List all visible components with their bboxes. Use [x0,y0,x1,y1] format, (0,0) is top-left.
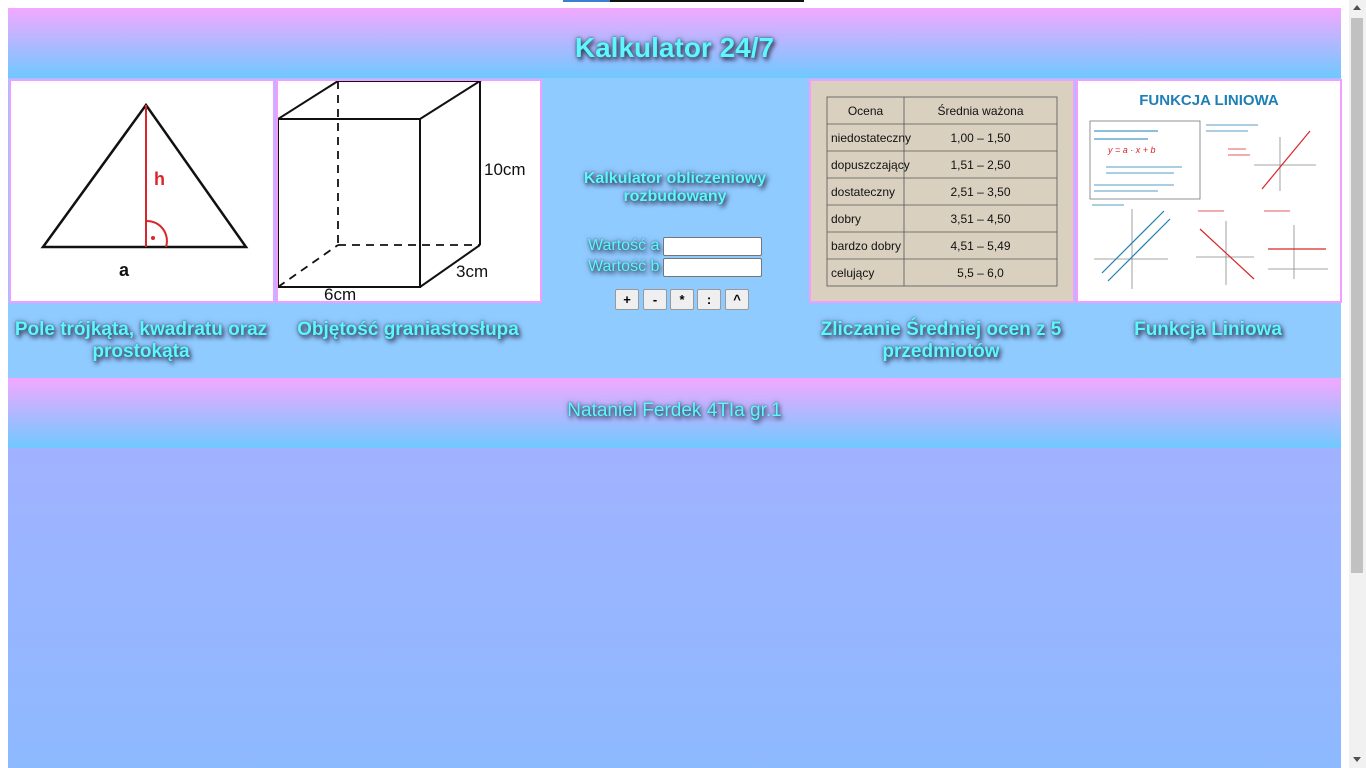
field-b-label: Wartość b [588,258,660,275]
field-a-input[interactable] [663,237,762,256]
scrollbar-thumb[interactable] [1351,18,1363,573]
grades-cell-grade: dobry [831,212,861,226]
multiply-button[interactable]: * [670,289,694,310]
grades-cell-range: 4,51 – 5,49 [950,239,1010,253]
prism-depth-label: 3cm [456,262,488,281]
grades-cell-range: 5,5 – 6,0 [957,266,1004,280]
tile-triangle[interactable]: h a Pole trójkąta, kwadratu oraz prostok… [8,78,275,378]
grades-cell-grade: celujący [831,266,874,280]
scroll-down-arrow-icon[interactable] [1353,757,1361,762]
tile-caption-triangle: Pole trójkąta, kwadratu oraz prostokąta [14,319,268,362]
tile-prism[interactable]: 10cm 3cm 6cm Objętość graniastosłupa [275,78,542,378]
prism-height-label: 10cm [484,160,526,179]
scroll-up-arrow-icon[interactable] [1353,5,1361,10]
content-row: h a Pole trójkąta, kwadratu oraz prostok… [8,78,1342,378]
field-b-row: Wartość b [588,258,808,279]
footer-author: Nataniel Ferdek 4TIa gr.1 [567,400,782,421]
calculator-title: Kalkulator obliczeniowy rozbudowany [583,170,767,205]
grades-image[interactable]: Ocena Średnia ważona niedostateczny 1,00 – … [809,79,1075,303]
grades-header-cell: Średnia ważona [937,103,1023,118]
top-strip [563,0,804,2]
field-b-input[interactable] [663,258,762,277]
subtract-button[interactable]: - [643,289,667,310]
tile-caption-prism: Objętość graniastosłupa [297,319,519,340]
linear-image-title: FUNKCJA LINIOWA [1139,92,1279,109]
power-button[interactable]: ^ [725,289,749,310]
tile-grades[interactable]: Ocena Średnia ważona niedostateczny 1,00 – … [808,78,1075,378]
grades-cell-range: 1,00 – 1,50 [950,131,1010,145]
page-title: Kalkulator 24/7 [574,32,775,63]
grades-cell-grade: dopuszczający [831,158,910,172]
triangle-a-label: a [119,260,130,280]
linear-function-image[interactable]: FUNKCJA LINIOWA y = a · x + b [1076,79,1342,303]
grades-cell-grade: bardzo dobry [831,239,901,253]
add-button[interactable]: + [615,289,639,310]
grades-cell-grade: dostateczny [831,185,895,199]
page: Kalkulator 24/7 h a Pole trójkąta, kwadr… [8,8,1342,768]
prism-image[interactable]: 10cm 3cm 6cm [276,79,542,303]
footer: Nataniel Ferdek 4TIa gr.1 [8,378,1341,448]
calculator: Kalkulator obliczeniowy rozbudowany Wart… [542,78,808,378]
grades-cell-range: 1,51 – 2,50 [950,158,1010,172]
divide-button[interactable]: : [697,289,721,310]
grades-cell-grade: niedostateczny [831,131,911,145]
field-a-label: Wartość a [588,237,660,254]
grades-header-cell: Ocena [848,104,884,118]
prism-width-label: 6cm [324,285,356,301]
grades-cell-range: 2,51 – 3,50 [950,185,1010,199]
tile-linear-function[interactable]: FUNKCJA LINIOWA y = a · x + b Funkcja Li… [1075,78,1342,378]
vertical-scrollbar[interactable] [1349,0,1366,768]
triangle-h-label: h [154,169,165,189]
grades-cell-range: 3,51 – 4,50 [950,212,1010,226]
tile-caption-grades: Zliczanie Średniej ocen z 5 przedmiotów [820,319,1062,362]
header: Kalkulator 24/7 [8,8,1341,78]
field-a-row: Wartość a [588,237,808,258]
linear-image-formula: y = a · x + b [1107,145,1156,155]
tile-caption-linear-function: Funkcja Liniowa [1134,319,1282,340]
triangle-image[interactable]: h a [9,79,275,303]
